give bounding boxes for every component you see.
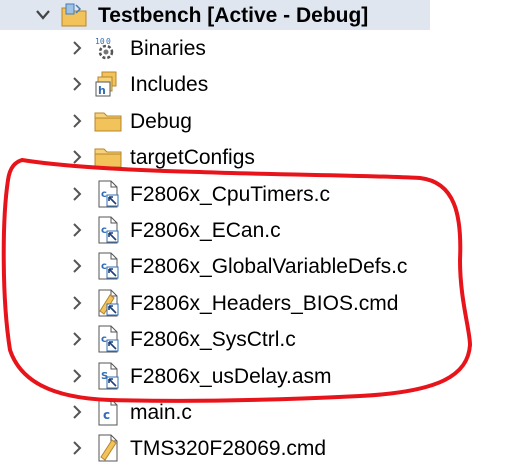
chevron-right-icon[interactable]	[68, 257, 86, 275]
tree-item-label: Debug	[130, 109, 192, 133]
tree-item-label: targetConfigs	[130, 146, 255, 170]
chevron-right-icon[interactable]	[68, 403, 86, 421]
project-folder-icon	[60, 1, 88, 29]
chevron-right-icon[interactable]	[68, 112, 86, 130]
svg-text:c: c	[101, 261, 107, 272]
tree-item-label: F2806x_SysCtrl.c	[130, 328, 296, 352]
binaries-icon: 10 0	[94, 34, 122, 62]
svg-text:c: c	[101, 334, 107, 345]
tree-item-label: F2806x_usDelay.asm	[130, 364, 332, 388]
tree-item-label: F2806x_ECan.c	[130, 219, 281, 242]
tree-item-label: main.c	[130, 401, 192, 424]
tree-item[interactable]: c F2806x_GlobalVariableDefs.c	[0, 248, 524, 284]
project-row-testbench[interactable]: Testbench [Active - Debug]	[0, 0, 430, 30]
includes-icon: h	[94, 70, 122, 98]
project-label: Testbench [Active - Debug]	[98, 4, 369, 27]
chevron-right-icon[interactable]	[68, 39, 86, 57]
chevron-down-icon[interactable]	[34, 6, 52, 24]
tree-item[interactable]: c F2806x_SysCtrl.c	[0, 321, 524, 357]
chevron-right-icon[interactable]	[68, 185, 86, 203]
cmd-file-icon	[94, 434, 122, 462]
chevron-right-icon[interactable]	[68, 294, 86, 312]
chevron-right-icon[interactable]	[68, 439, 86, 457]
tree-item[interactable]: c F2806x_ECan.c	[0, 212, 524, 248]
tree-item-label: Includes	[130, 73, 209, 97]
svg-text:c: c	[101, 225, 107, 236]
c-file-icon: c	[94, 398, 122, 426]
linked-c-file-icon: c	[94, 252, 122, 280]
tree-item-label: TMS320F28069.cmd	[130, 437, 327, 461]
tree-item[interactable]: S F2806x_usDelay.asm	[0, 358, 524, 394]
tree-item[interactable]: c F2806x_CpuTimers.c	[0, 176, 524, 212]
tree-item[interactable]: F2806x_Headers_BIOS.cmd	[0, 285, 524, 321]
svg-text:h: h	[98, 84, 106, 97]
linked-c-file-icon: c	[94, 180, 122, 208]
chevron-right-icon[interactable]	[68, 148, 86, 166]
tree-item-label: F2806x_GlobalVariableDefs.c	[130, 255, 408, 279]
svg-text:c: c	[103, 408, 110, 422]
svg-text:c: c	[101, 189, 107, 200]
tree-item-label: Binaries	[130, 37, 206, 60]
linked-c-file-icon: c	[94, 216, 122, 244]
chevron-right-icon[interactable]	[68, 221, 86, 239]
tree-item[interactable]: targetConfigs	[0, 139, 524, 175]
tree-item-label: F2806x_CpuTimers.c	[130, 182, 330, 206]
svg-text:0: 0	[106, 37, 111, 46]
folder-icon	[94, 143, 122, 171]
chevron-right-icon[interactable]	[68, 330, 86, 348]
folder-icon	[94, 107, 122, 135]
chevron-right-icon[interactable]	[68, 75, 86, 93]
linked-cmd-file-icon	[94, 289, 122, 317]
tree-item[interactable]: Debug	[0, 103, 524, 139]
tree-item[interactable]: TMS320F28069.cmd	[0, 430, 524, 466]
chevron-right-icon[interactable]	[68, 367, 86, 385]
linked-c-file-icon: c	[94, 325, 122, 353]
linked-asm-file-icon: S	[94, 362, 122, 390]
tree-item-label: F2806x_Headers_BIOS.cmd	[130, 291, 399, 315]
tree-item[interactable]: h Includes	[0, 66, 524, 102]
tree-item[interactable]: 10 0 Binaries	[0, 30, 524, 66]
project-explorer-tree: Testbench [Active - Debug] 10 0 Binaries h I…	[0, 0, 524, 473]
svg-text:10: 10	[95, 37, 105, 46]
tree-item[interactable]: c main.c	[0, 394, 524, 430]
